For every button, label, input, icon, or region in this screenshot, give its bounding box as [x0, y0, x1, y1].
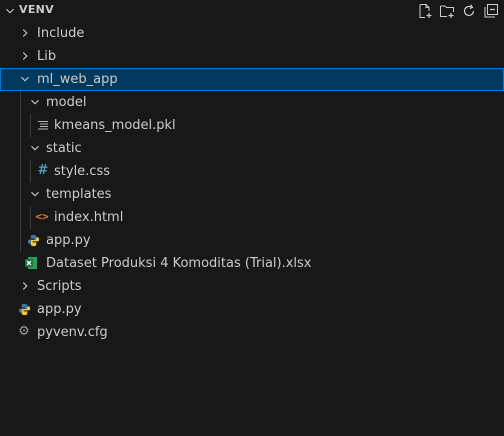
explorer-title: VENV	[19, 3, 54, 16]
tree-item-label: style.css	[54, 164, 110, 179]
tree-item-label: Include	[37, 26, 85, 41]
chevron-down-icon	[31, 145, 39, 151]
explorer-panel: VENV Include Lib ml_web_app model kmeans…	[0, 0, 504, 436]
indent-guide	[20, 183, 21, 206]
chevron-right-icon	[22, 52, 28, 60]
explorer-header[interactable]: VENV	[0, 0, 504, 22]
indent-guide	[30, 206, 31, 229]
tree-item-pyvenv-cfg[interactable]: ⚙ pyvenv.cfg	[0, 321, 504, 344]
tree-item-label: Lib	[37, 49, 57, 64]
collapse-all-icon	[484, 4, 498, 18]
tree-item-label: static	[46, 141, 82, 156]
tree-item-label: Scripts	[37, 279, 82, 294]
chevron-down-icon	[21, 76, 29, 82]
tree-item-label: model	[46, 95, 87, 110]
tree-item-label: kmeans_model.pkl	[54, 118, 176, 133]
tree-item-include[interactable]: Include	[0, 22, 504, 45]
tree-item-app-py-inner[interactable]: app.py	[0, 229, 504, 252]
indent-guide	[20, 160, 21, 183]
file-lines-icon	[36, 118, 50, 132]
tree-item-lib[interactable]: Lib	[0, 45, 504, 68]
chevron-down-icon[interactable]	[3, 4, 17, 18]
chevron-down-icon	[31, 99, 39, 105]
collapse-all-button[interactable]	[480, 1, 502, 21]
new-file-icon	[419, 4, 432, 18]
tree-item-model[interactable]: model	[0, 91, 504, 114]
tree-item-static[interactable]: static	[0, 137, 504, 160]
indent-guide	[20, 114, 21, 137]
python-file-icon	[17, 302, 31, 316]
new-folder-button[interactable]	[436, 1, 458, 21]
refresh-button[interactable]	[458, 1, 480, 21]
indent-guide	[20, 206, 21, 229]
tree-item-scripts[interactable]: Scripts	[0, 275, 504, 298]
tree-item-dataset-xlsx[interactable]: Dataset Produksi 4 Komoditas (Trial).xls…	[0, 252, 504, 275]
tree-item-label: app.py	[46, 233, 91, 248]
tree-item-label: pyvenv.cfg	[37, 325, 108, 340]
file-tree: Include Lib ml_web_app model kmeans_mode…	[0, 22, 504, 344]
css-file-icon: #	[37, 163, 49, 178]
tree-item-app-py-root[interactable]: app.py	[0, 298, 504, 321]
tree-item-label: ml_web_app	[37, 72, 118, 87]
tree-item-label: index.html	[54, 210, 124, 225]
indent-guide	[20, 91, 21, 114]
tree-item-label: templates	[46, 187, 112, 202]
indent-guide	[20, 229, 21, 252]
indent-guide	[20, 137, 21, 160]
tree-item-style-css[interactable]: # style.css	[0, 160, 504, 183]
tree-item-index-html[interactable]: <> index.html	[0, 206, 504, 229]
excel-file-icon	[24, 256, 38, 270]
explorer-actions	[414, 1, 502, 21]
tree-item-ml-web-app[interactable]: ml_web_app	[0, 68, 504, 91]
indent-guide	[30, 160, 31, 183]
tree-item-kmeans-model[interactable]: kmeans_model.pkl	[0, 114, 504, 137]
python-file-icon	[26, 233, 40, 247]
chevron-right-icon	[22, 282, 28, 290]
indent-guide	[30, 114, 31, 137]
tree-item-label: app.py	[37, 302, 82, 317]
html-file-icon: <>	[35, 210, 49, 223]
tree-item-templates[interactable]: templates	[0, 183, 504, 206]
gear-icon: ⚙	[18, 324, 30, 339]
tree-item-label: Dataset Produksi 4 Komoditas (Trial).xls…	[46, 256, 312, 271]
new-file-button[interactable]	[414, 1, 436, 21]
chevron-down-icon	[31, 191, 39, 197]
chevron-right-icon	[22, 29, 28, 37]
refresh-icon	[463, 4, 475, 17]
new-folder-icon	[440, 5, 454, 18]
